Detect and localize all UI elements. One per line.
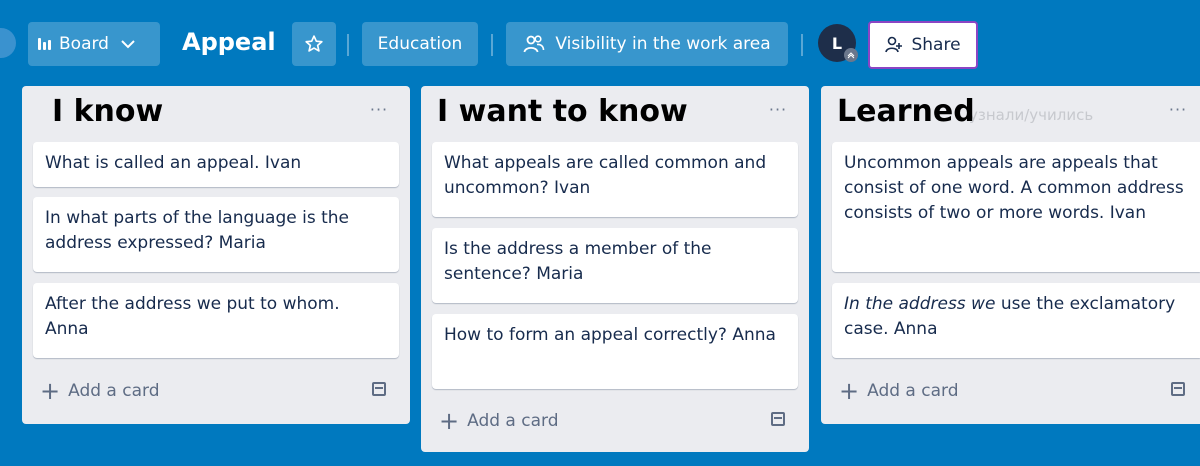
- board-header: Board Appeal Education Visibility in the…: [0, 0, 1200, 84]
- visibility-button[interactable]: Visibility in the work area: [506, 22, 788, 66]
- board-view-label: Board: [59, 34, 109, 54]
- chevron-down-icon: [121, 40, 135, 49]
- list-card[interactable]: In the address we use the exclamatory ca…: [832, 283, 1200, 358]
- sidebar-toggle[interactable]: [0, 28, 16, 58]
- people-icon: [523, 35, 545, 53]
- add-card-button[interactable]: + Add a card: [439, 407, 559, 435]
- board-title[interactable]: Appeal: [182, 28, 276, 56]
- list-menu-icon[interactable]: ···: [364, 100, 394, 120]
- list-card[interactable]: Uncommon appeals are appeals that consis…: [832, 142, 1200, 272]
- card-template-icon[interactable]: [1171, 382, 1185, 396]
- list-card[interactable]: How to form an appeal correctly? Anna: [432, 314, 798, 389]
- list-card[interactable]: After the address we put to whom. Anna: [33, 283, 399, 358]
- list-card[interactable]: What appeals are called common and uncom…: [432, 142, 798, 217]
- card-text-italic: In the address we: [844, 294, 996, 314]
- add-person-icon: [885, 36, 903, 53]
- add-card-button[interactable]: + Add a card: [40, 377, 160, 405]
- board-icon: [38, 38, 51, 50]
- card-template-icon[interactable]: [771, 412, 785, 426]
- list-title[interactable]: I want to know: [437, 94, 688, 129]
- list-card[interactable]: What is called an appeal. Ivan: [33, 142, 399, 187]
- list-i-want-to-know: I want to know ··· What appeals are call…: [421, 86, 809, 452]
- card-text: What is called an appeal. Ivan: [45, 153, 302, 173]
- faded-title-text: узнали/учились: [969, 106, 1094, 124]
- star-icon: [305, 35, 323, 52]
- member-avatar[interactable]: L: [818, 24, 858, 62]
- card-text: In what parts of the language is the add…: [45, 208, 350, 253]
- add-card-label: Add a card: [867, 381, 959, 401]
- list-menu-icon[interactable]: ···: [763, 100, 793, 120]
- add-card-button[interactable]: + Add a card: [839, 377, 959, 405]
- visibility-label: Visibility in the work area: [555, 34, 771, 54]
- card-text: After the address we put to whom. Anna: [45, 294, 340, 339]
- card-text: How to form an appeal correctly? Anna: [444, 325, 776, 345]
- workspace-label: Education: [377, 34, 463, 54]
- header-divider: [491, 34, 493, 56]
- board-view-button[interactable]: Board: [28, 22, 160, 66]
- list-title[interactable]: I know: [52, 94, 163, 129]
- share-button[interactable]: Share: [868, 21, 978, 69]
- workspace-button[interactable]: Education: [362, 22, 478, 66]
- header-divider: [347, 34, 349, 56]
- admin-badge-icon: [844, 48, 858, 62]
- plus-icon: +: [439, 407, 460, 435]
- header-divider: [801, 34, 803, 56]
- list-card[interactable]: In what parts of the language is the add…: [33, 197, 399, 272]
- add-card-label: Add a card: [467, 411, 559, 431]
- list-learned: узнали/учились Learned ··· Uncommon appe…: [821, 86, 1200, 424]
- list-card[interactable]: Is the address a member of the sentence?…: [432, 228, 798, 303]
- share-label: Share: [911, 35, 961, 55]
- add-card-label: Add a card: [68, 381, 160, 401]
- list-i-know: I know ··· What is called an appeal. Iva…: [22, 86, 410, 424]
- card-text: What appeals are called common and uncom…: [444, 153, 767, 198]
- list-menu-icon[interactable]: ···: [1163, 100, 1193, 120]
- plus-icon: +: [40, 377, 61, 405]
- star-board-button[interactable]: [292, 22, 336, 66]
- plus-icon: +: [839, 377, 860, 405]
- card-template-icon[interactable]: [372, 382, 386, 396]
- card-text: Uncommon appeals are appeals that consis…: [844, 153, 1184, 223]
- card-text: Is the address a member of the sentence?…: [444, 239, 712, 284]
- list-title[interactable]: Learned: [837, 94, 975, 129]
- avatar-initial: L: [831, 33, 843, 53]
